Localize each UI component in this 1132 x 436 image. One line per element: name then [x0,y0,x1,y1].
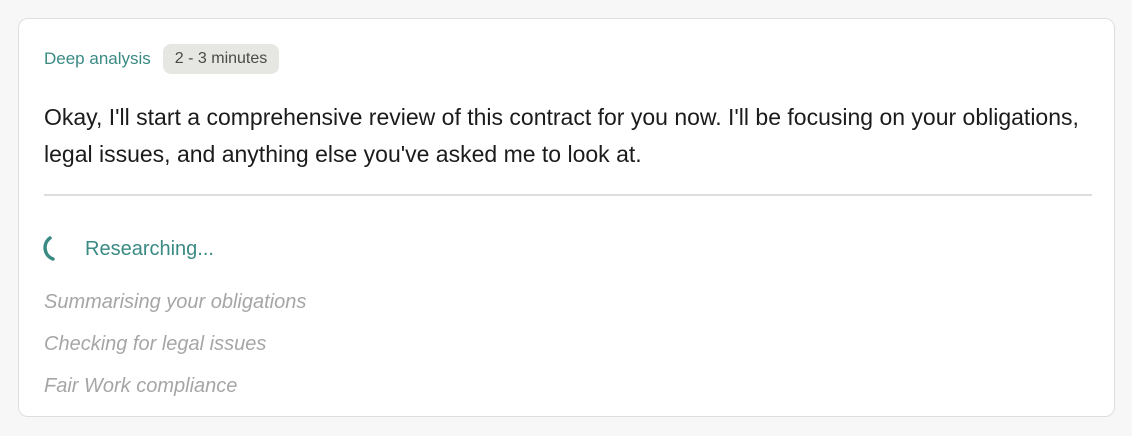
analysis-header: Deep analysis 2 - 3 minutes [44,44,280,74]
step-list: Summarising your obligations Checking fo… [44,281,306,407]
step-item: Fair Work compliance [44,375,238,397]
divider [44,194,1092,196]
status-row: Researching... [41,234,214,264]
step-item: Checking for legal issues [44,333,267,355]
spinner-icon [41,234,63,264]
analysis-card: Deep analysis 2 - 3 minutes Okay, I'll s… [18,18,1115,417]
assistant-message: Okay, I'll start a comprehensive review … [44,104,1079,167]
time-estimate-badge: 2 - 3 minutes [162,44,280,74]
step-item: Summarising your obligations [44,291,307,313]
status-label: Researching... [85,237,214,260]
analysis-mode-label: Deep analysis [44,49,151,68]
